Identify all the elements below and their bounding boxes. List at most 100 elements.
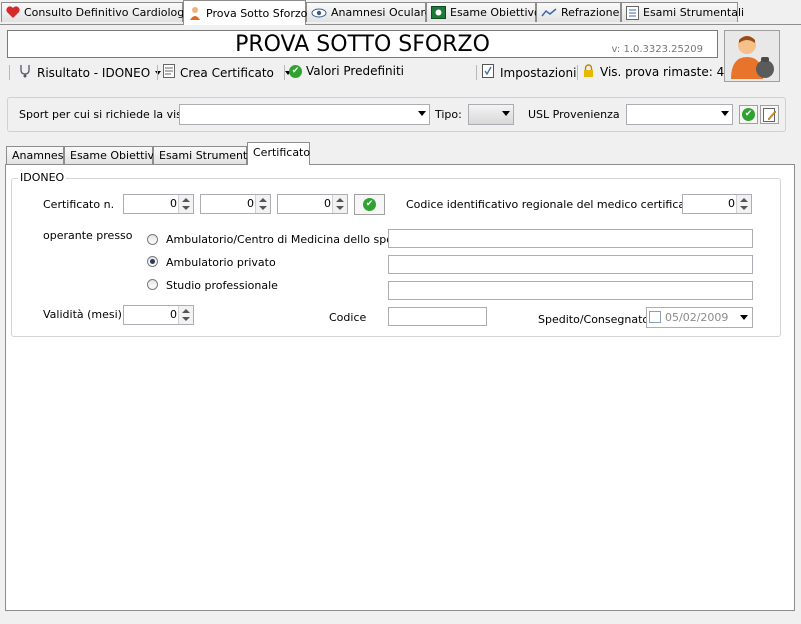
spin-buttons[interactable] bbox=[332, 195, 347, 213]
operating-label: operante presso bbox=[43, 229, 133, 242]
cert-number-stepper-2[interactable]: 0 bbox=[200, 194, 271, 214]
sent-checkbox[interactable] bbox=[649, 311, 661, 323]
check-icon: ✔ bbox=[363, 198, 376, 211]
dropdown-arrow-icon bbox=[740, 315, 748, 320]
result-dropdown-button[interactable]: Risultato - IDONEO bbox=[18, 64, 162, 81]
stepper-value: 0 bbox=[728, 197, 735, 210]
toolbar: Risultato - IDONEO Crea Certificato ✔ Va… bbox=[7, 61, 732, 83]
option-label[interactable]: Studio professionale bbox=[166, 279, 278, 292]
settings-checklist-icon bbox=[482, 64, 496, 81]
sent-date-value: 05/02/2009 bbox=[665, 311, 729, 324]
check-icon: ✔ bbox=[742, 108, 755, 121]
usl-combo[interactable] bbox=[626, 104, 733, 125]
edit-button[interactable] bbox=[760, 105, 779, 124]
stethoscope-icon bbox=[18, 64, 34, 81]
arrow-up-icon bbox=[182, 309, 190, 313]
studio-professionale-input[interactable] bbox=[388, 281, 753, 300]
code-input[interactable] bbox=[388, 307, 487, 326]
ambulatorio-privato-input[interactable] bbox=[388, 255, 753, 274]
option-label[interactable]: Ambulatorio privato bbox=[166, 256, 276, 269]
spin-buttons[interactable] bbox=[178, 195, 193, 213]
arrow-up-icon bbox=[336, 198, 344, 202]
arrow-down-icon bbox=[336, 206, 344, 210]
tab-consulto-definitivo[interactable]: Consulto Definitivo Cardiologico bbox=[1, 2, 200, 22]
dropdown-arrow-icon bbox=[418, 111, 426, 116]
title-panel: PROVA SOTTO SFORZO v: 1.0.3323.25209 bbox=[7, 30, 718, 58]
stepper-value: 0 bbox=[324, 197, 331, 210]
remaining-label: Vis. prova rimaste: 48 bbox=[600, 65, 732, 79]
spin-buttons[interactable] bbox=[736, 195, 751, 213]
heart-icon bbox=[6, 6, 20, 20]
version-label: v: 1.0.3323.25209 bbox=[611, 44, 703, 55]
cert-confirm-button[interactable]: ✔ bbox=[354, 194, 385, 215]
option-label[interactable]: Ambulatorio/Centro di Medicina dello spo… bbox=[166, 233, 415, 246]
validity-label: Validità (mesi) bbox=[43, 308, 122, 321]
toolbar-separator bbox=[476, 65, 477, 80]
sent-label: Spedito/Consegnato bbox=[538, 313, 650, 326]
toolbar-separator bbox=[284, 65, 285, 80]
refraction-icon bbox=[541, 6, 557, 20]
tab-esami-strumentali-top[interactable]: Esami Strumentali bbox=[621, 2, 744, 22]
tab-refrazione[interactable]: Refrazione bbox=[536, 2, 621, 22]
arrow-down-icon bbox=[259, 206, 267, 210]
edit-icon bbox=[762, 107, 776, 122]
spin-buttons[interactable] bbox=[255, 195, 270, 213]
tab-anamnesi[interactable]: Anamnesi bbox=[6, 146, 66, 164]
tab-label: Consulto Definitivo Cardiologico bbox=[24, 6, 201, 19]
arrow-down-icon bbox=[182, 317, 190, 321]
stepper-value: 0 bbox=[170, 197, 177, 210]
tab-label: Esame Obiettivo bbox=[450, 6, 541, 19]
tab-prova-sotto-sforzo[interactable]: Prova Sotto Sforzo bbox=[183, 0, 307, 25]
arrow-down-icon bbox=[182, 206, 190, 210]
top-tab-bar: Consulto Definitivo Cardiologico Prova S… bbox=[0, 0, 801, 25]
tab-label: Refrazione bbox=[561, 6, 620, 19]
confirm-button[interactable]: ✔ bbox=[739, 105, 758, 124]
type-combo[interactable] bbox=[468, 104, 514, 125]
sport-combo[interactable] bbox=[179, 104, 430, 125]
check-icon: ✔ bbox=[289, 64, 302, 78]
radio-ambulatorio-privato[interactable] bbox=[147, 256, 158, 267]
cert-number-stepper-3[interactable]: 0 bbox=[277, 194, 348, 214]
document-icon bbox=[626, 5, 639, 20]
tab-esami-strumentali[interactable]: Esami Strumentali bbox=[153, 146, 260, 164]
stepper-value: 0 bbox=[170, 308, 177, 321]
radio-studio-professionale[interactable] bbox=[147, 279, 158, 290]
tab-anamnesi-oculare[interactable]: Anamnesi Oculare bbox=[306, 2, 432, 22]
person-weight-icon bbox=[731, 36, 774, 79]
type-label: Tipo: bbox=[435, 108, 462, 121]
tab-label: Anamnesi Oculare bbox=[331, 6, 432, 19]
validity-stepper[interactable]: 0 bbox=[123, 305, 194, 325]
cert-number-label: Certificato n. bbox=[43, 198, 115, 211]
toolbar-separator bbox=[577, 65, 578, 80]
radio-ambulatorio-centro[interactable] bbox=[147, 234, 158, 245]
sent-date-picker[interactable]: 05/02/2009 bbox=[646, 307, 753, 328]
toolbar-separator bbox=[157, 65, 158, 80]
result-label: Risultato - IDONEO bbox=[37, 65, 151, 80]
group-title: IDONEO bbox=[18, 171, 67, 184]
create-certificate-button[interactable]: Crea Certificato bbox=[163, 64, 291, 81]
tab-esame-obiettivo[interactable]: Esame Obiettivo bbox=[426, 2, 541, 22]
tab-esame-obiettivo-inner[interactable]: Esame Obiettivo bbox=[64, 146, 161, 164]
settings-button[interactable]: Impostazioni bbox=[482, 64, 576, 81]
remaining-visits: Vis. prova rimaste: 48 bbox=[583, 64, 732, 80]
user-icon bbox=[188, 6, 202, 20]
spin-buttons[interactable] bbox=[178, 306, 193, 324]
arrow-down-icon bbox=[740, 206, 748, 210]
arrow-up-icon bbox=[259, 198, 267, 202]
sport-label: Sport per cui si richiede la visita bbox=[19, 108, 197, 121]
stepper-value: 0 bbox=[247, 197, 254, 210]
cert-number-stepper-1[interactable]: 0 bbox=[123, 194, 194, 214]
dropdown-arrow-icon bbox=[502, 111, 510, 116]
lock-icon bbox=[583, 64, 596, 80]
usl-label: USL Provenienza bbox=[528, 108, 620, 121]
tab-label: Esami Strumentali bbox=[643, 6, 745, 19]
default-values-label: Valori Predefiniti bbox=[306, 64, 405, 78]
regional-code-stepper[interactable]: 0 bbox=[682, 194, 752, 214]
arrow-up-icon bbox=[740, 198, 748, 202]
exam-icon bbox=[431, 6, 446, 20]
default-values-button[interactable]: ✔ Valori Predefiniti bbox=[289, 64, 404, 78]
tab-certificato[interactable]: Certificato bbox=[247, 142, 310, 165]
code-label: Codice bbox=[329, 311, 367, 324]
avatar bbox=[724, 30, 780, 82]
ambulatorio-centro-input[interactable] bbox=[388, 229, 753, 248]
